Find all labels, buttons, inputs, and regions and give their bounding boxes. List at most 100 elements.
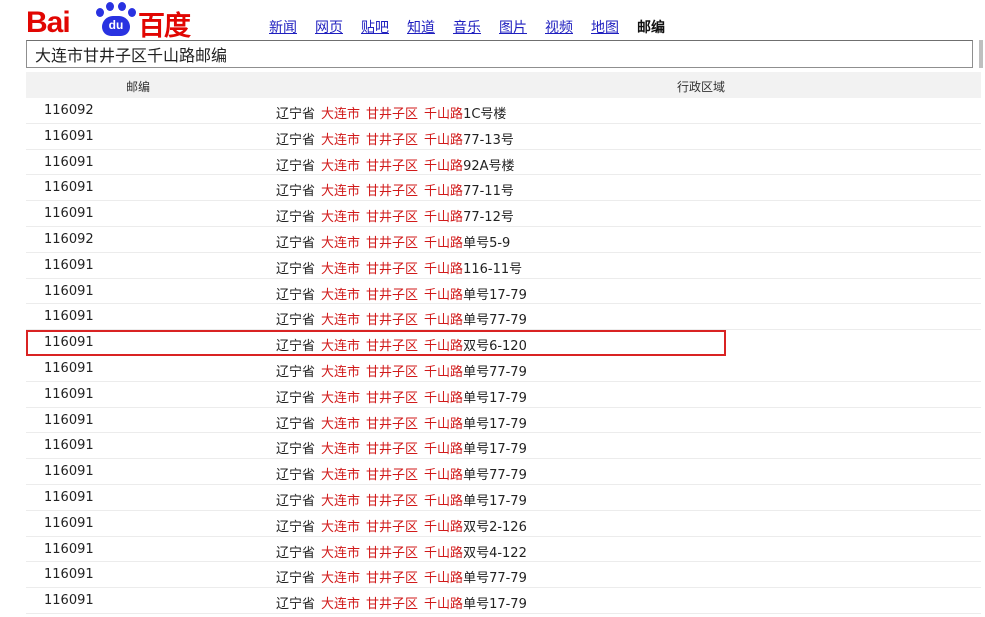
city-link[interactable]: 大连市 [321,288,360,303]
table-row: 116091 辽宁省 大连市 甘井子区 千山路单号17-79 [26,279,981,305]
road-link[interactable]: 千山路 [424,365,463,380]
district-link[interactable]: 甘井子区 [366,494,418,509]
region-cell: 辽宁省 大连市 甘井子区 千山路77-12号 [276,206,514,225]
district-link[interactable]: 甘井子区 [366,133,418,148]
city-link[interactable]: 大连市 [321,236,360,251]
district-link[interactable]: 甘井子区 [366,339,418,354]
city-link[interactable]: 大连市 [321,133,360,148]
road-link[interactable]: 千山路 [424,520,463,535]
road-link[interactable]: 千山路 [424,468,463,483]
road-link[interactable]: 千山路 [424,339,463,354]
city-link[interactable]: 大连市 [321,107,360,122]
road-link[interactable]: 千山路 [424,262,463,277]
scrollbar[interactable] [979,40,983,68]
city-link[interactable]: 大连市 [321,365,360,380]
nav-item-8[interactable]: 邮编 [637,17,665,37]
city-link[interactable]: 大连市 [321,520,360,535]
nav-item-7[interactable]: 地图 [591,17,619,37]
road-link[interactable]: 千山路 [424,288,463,303]
region-cell: 辽宁省 大连市 甘井子区 千山路单号77-79 [276,567,527,586]
district-link[interactable]: 甘井子区 [366,210,418,225]
road-link[interactable]: 千山路 [424,597,463,612]
city-link[interactable]: 大连市 [321,262,360,277]
road-link[interactable]: 千山路 [424,417,463,432]
city-link[interactable]: 大连市 [321,442,360,457]
district-link[interactable]: 甘井子区 [366,417,418,432]
postcode-cell: 116091 [44,128,94,144]
district-link[interactable]: 甘井子区 [366,442,418,457]
road-link[interactable]: 千山路 [424,313,463,328]
house-number: 双号2-126 [463,519,527,535]
road-link[interactable]: 千山路 [424,442,463,457]
road-link[interactable]: 千山路 [424,159,463,174]
road-link[interactable]: 千山路 [424,546,463,561]
district-link[interactable]: 甘井子区 [366,288,418,303]
region-cell: 辽宁省 大连市 甘井子区 千山路77-11号 [276,180,514,199]
table-row: 116091 辽宁省 大连市 甘井子区 千山路116-11号 [26,253,981,279]
road-link[interactable]: 千山路 [424,494,463,509]
nav-item-4[interactable]: 音乐 [453,17,481,37]
baidu-logo[interactable]: Bai du 百度 [26,2,246,42]
nav-item-3[interactable]: 知道 [407,17,435,37]
province-label: 辽宁省 [276,493,316,509]
road-link[interactable]: 千山路 [424,107,463,122]
house-number: 单号17-79 [463,597,527,613]
postcode-cell: 116091 [44,567,94,583]
search-category-nav: 新闻 网页 贴吧 知道 音乐 图片 视频 地图 邮编 [269,17,683,37]
road-link[interactable]: 千山路 [424,210,463,225]
district-link[interactable]: 甘井子区 [366,159,418,174]
district-link[interactable]: 甘井子区 [366,597,418,612]
district-link[interactable]: 甘井子区 [366,365,418,380]
city-link[interactable]: 大连市 [321,313,360,328]
nav-item-0[interactable]: 新闻 [269,17,297,37]
road-link[interactable]: 千山路 [424,133,463,148]
city-link[interactable]: 大连市 [321,494,360,509]
province-label: 辽宁省 [276,468,316,484]
city-link[interactable]: 大连市 [321,597,360,612]
search-input[interactable] [27,41,972,67]
city-link[interactable]: 大连市 [321,210,360,225]
postcode-cell: 116091 [44,206,94,222]
logo-text-du: du [108,18,124,32]
city-link[interactable]: 大连市 [321,468,360,483]
district-link[interactable]: 甘井子区 [366,184,418,199]
district-link[interactable]: 甘井子区 [366,546,418,561]
district-link[interactable]: 甘井子区 [366,236,418,251]
province-label: 辽宁省 [276,597,316,613]
district-link[interactable]: 甘井子区 [366,571,418,586]
city-link[interactable]: 大连市 [321,184,360,199]
road-link[interactable]: 千山路 [424,184,463,199]
province-label: 辽宁省 [276,235,316,251]
city-link[interactable]: 大连市 [321,571,360,586]
table-row: 116091 辽宁省 大连市 甘井子区 千山路单号77-79 [26,304,981,331]
district-link[interactable]: 甘井子区 [366,468,418,483]
district-link[interactable]: 甘井子区 [366,262,418,277]
city-link[interactable]: 大连市 [321,391,360,406]
postcode-cell: 116091 [44,593,94,609]
nav-item-2[interactable]: 贴吧 [361,17,389,37]
district-link[interactable]: 甘井子区 [366,520,418,535]
city-link[interactable]: 大连市 [321,159,360,174]
search-box[interactable] [26,40,973,68]
province-label: 辽宁省 [276,390,316,406]
road-link[interactable]: 千山路 [424,236,463,251]
city-link[interactable]: 大连市 [321,339,360,354]
province-label: 辽宁省 [276,184,316,200]
district-link[interactable]: 甘井子区 [366,391,418,406]
region-cell: 辽宁省 大连市 甘井子区 千山路单号17-79 [276,490,527,509]
house-number: 单号17-79 [463,416,527,432]
road-link[interactable]: 千山路 [424,391,463,406]
nav-item-5[interactable]: 图片 [499,17,527,37]
nav-item-1[interactable]: 网页 [315,17,343,37]
table-row: 116091 辽宁省 大连市 甘井子区 千山路单号17-79 [26,382,981,408]
road-link[interactable]: 千山路 [424,571,463,586]
table-row: 116092 辽宁省 大连市 甘井子区 千山路1C号楼 [26,98,981,124]
district-link[interactable]: 甘井子区 [366,107,418,122]
house-number: 单号5-9 [463,235,511,251]
city-link[interactable]: 大连市 [321,546,360,561]
city-link[interactable]: 大连市 [321,417,360,432]
district-link[interactable]: 甘井子区 [366,313,418,328]
postcode-table: 邮编 行政区域 116092 辽宁省 大连市 甘井子区 千山路1C号楼 116091 辽宁省… [26,72,981,614]
house-number: 单号17-79 [463,287,527,303]
nav-item-6[interactable]: 视频 [545,17,573,37]
